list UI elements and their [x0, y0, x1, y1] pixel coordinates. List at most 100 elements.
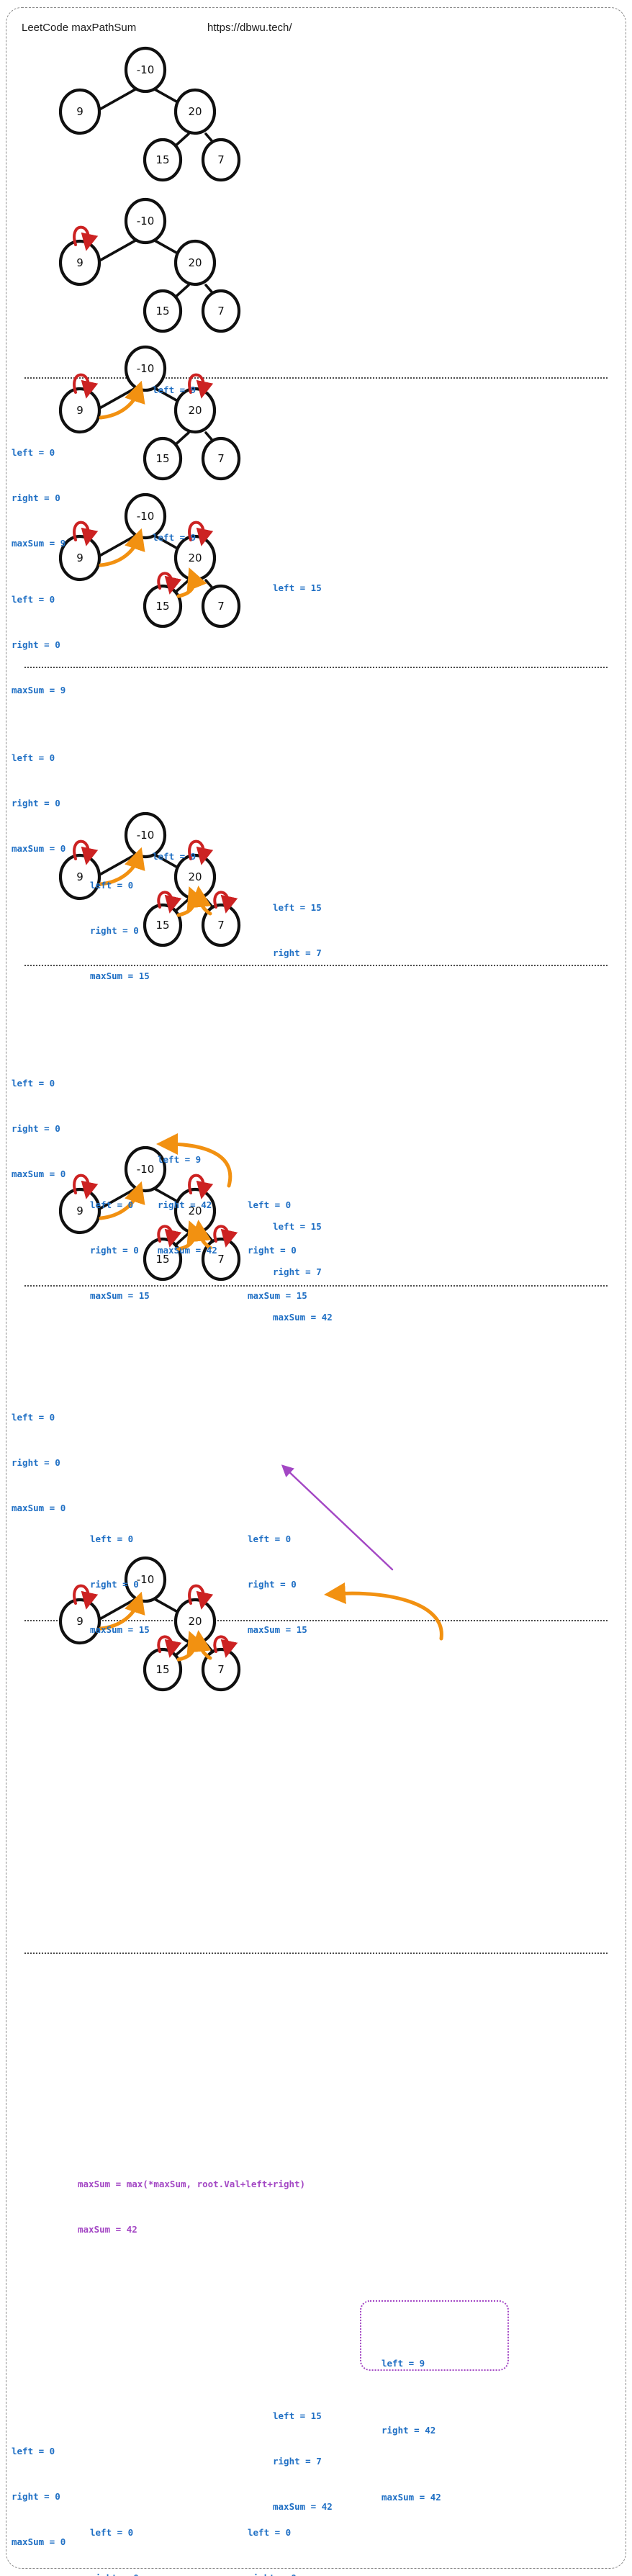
node-value: 9 [76, 256, 83, 269]
annotation-line: left = 9 [382, 2358, 425, 2369]
annotation-line: left = 9 [153, 384, 197, 395]
annotation-line: left = 0 [12, 1412, 55, 1423]
annotation-line: maxSum = 42 [273, 1312, 333, 1323]
annotation-node15: left = 0 right = 0 maxSum = 15 [90, 1501, 150, 1667]
annotation-line: maxSum = 15 [90, 1624, 150, 1635]
node-value: 9 [76, 1615, 83, 1628]
node-value: 9 [76, 404, 83, 417]
node-value: 15 [155, 452, 169, 465]
annotation-line: right = 0 [12, 798, 60, 809]
annotation-line: right = 0 [12, 1123, 60, 1134]
node-value: -10 [137, 63, 155, 76]
annotation-line: right = 0 [12, 492, 60, 503]
annotation-line: right = 0 [12, 639, 60, 650]
node-value: 15 [155, 919, 169, 932]
annotation-root: left = 9 [153, 352, 196, 428]
annotation-line: left = 15 [273, 2410, 322, 2421]
annotation-line: right = 0 [90, 925, 139, 936]
annotation-node9: left = 0 right = 0 maxSum = 9 [12, 562, 66, 728]
annotation-node15: left = 0 right = 0 maxSum = 15 [90, 1167, 150, 1333]
annotation-root: left = 9 right = 42 maxSum = 42 [382, 2307, 441, 2553]
annotation-line: left = 0 [12, 594, 55, 605]
annotation-line: left = 0 [90, 1199, 134, 1210]
annotation-line: left = 15 [273, 582, 322, 593]
annotation-line: left = 0 [248, 1534, 292, 1544]
annotation-line: right = 42 [382, 2425, 436, 2436]
annotation-line: right = 0 [248, 1579, 297, 1590]
panel-1-tree: -10 9 20 15 7 [58, 46, 241, 182]
annotation-line: left = 9 [153, 851, 197, 862]
annotation-line: maxSum = 9 [12, 685, 66, 695]
formula-line: maxSum = 42 [78, 2224, 137, 2235]
node-value: 15 [155, 1663, 169, 1676]
annotation-root: left = 9 [153, 500, 196, 575]
annotation-node9: left = 0 right = 0 maxSum = 0 [12, 720, 66, 886]
annotation-line: left = 0 [12, 1078, 55, 1089]
annotation-line: maxSum = 0 [12, 1503, 66, 1513]
panel-3-tree: -10 9 20 15 7 [58, 345, 241, 481]
annotation-line: maxSum = 15 [90, 970, 150, 981]
annotation-line: maxSum = 9 [12, 538, 66, 549]
annotation-line: left = 0 [12, 752, 55, 763]
node-value: 9 [76, 1204, 83, 1217]
annotation-line: left = 0 [90, 1534, 134, 1544]
annotation-line: left = 9 [153, 532, 197, 543]
return-arrow-root-orange [324, 1582, 443, 1641]
annotation-line: right = 0 [90, 2570, 150, 2576]
annotation-line: maxSum = 15 [90, 1290, 150, 1301]
annotation-line: left = 0 [12, 447, 55, 458]
panel-5-tree: -10 9 20 15 7 [58, 811, 241, 947]
maxsum-formula: maxSum = max(*maxSum, root.Val+left+righ… [78, 2146, 305, 2267]
node-value: 15 [155, 153, 169, 166]
annotation-line: left = 9 [158, 1154, 202, 1165]
node-value: 20 [188, 1615, 202, 1628]
annotation-line: maxSum = 42 [382, 2492, 441, 2503]
panel-4-tree: -10 9 20 15 7 [58, 492, 241, 629]
annotation-node15: left = 0 right = 0 maxSum = 15 [90, 2495, 150, 2576]
annotation-line: left = 0 [248, 2527, 292, 2538]
annotation-line: right = 0 [12, 1457, 60, 1468]
annotation-line: maxSum = 0 [12, 2536, 66, 2547]
annotation-line: left = 0 [12, 2446, 55, 2456]
annotation-line: right = 7 [273, 2456, 322, 2467]
node-value: 15 [155, 600, 169, 613]
node-value: 20 [188, 256, 202, 269]
node-value: 7 [217, 153, 225, 166]
annotation-node9: left = 0 right = 0 maxSum = 0 [12, 1045, 66, 1212]
node-value: 15 [155, 305, 169, 318]
node-value: 9 [76, 870, 83, 883]
node-value: -10 [137, 829, 155, 842]
annotation-line: right = 0 [12, 2491, 60, 2502]
node-value: 20 [188, 105, 202, 118]
node-value: 9 [76, 105, 83, 118]
annotation-line: left = 15 [273, 902, 322, 913]
node-value: 7 [217, 600, 225, 613]
annotation-node15: left = 0 right = 0 maxSum = 15 [90, 847, 150, 1014]
formula-line: maxSum = max(*maxSum, root.Val+left+righ… [78, 2179, 306, 2189]
annotation-line: right = 0 [248, 2570, 307, 2576]
node-value: 7 [217, 1663, 225, 1676]
annotation-line: right = 42 [158, 1199, 212, 1210]
node-value: -10 [137, 510, 155, 523]
annotation-line: maxSum = 0 [12, 843, 66, 854]
node-value: 7 [217, 452, 225, 465]
annotation-node7: left = 0 right = 0 maxSum = 15 [248, 1501, 307, 1667]
node-value: 7 [217, 305, 225, 318]
annotation-line: left = 15 [273, 1221, 322, 1232]
annotation-root: left = 9 right = 42 maxSum = 42 [158, 1122, 217, 1288]
annotation-node20: left = 15 [273, 550, 322, 626]
node-value: -10 [137, 362, 155, 375]
node-value: 7 [217, 1253, 225, 1266]
annotation-line: maxSum = 15 [248, 1624, 307, 1635]
annotation-node9: left = 0 right = 0 maxSum = 9 [12, 415, 66, 581]
node-value: -10 [137, 215, 155, 228]
annotation-line: right = 0 [90, 1245, 139, 1256]
annotation-line: right = 7 [273, 1266, 322, 1277]
diagram-page: LeetCode maxPathSum https://dbwu.tech/ -… [0, 0, 632, 2576]
annotation-node9: left = 0 right = 0 maxSum = 0 [12, 1379, 66, 1546]
panel-2-tree: -10 9 20 15 7 [58, 197, 241, 333]
node-value: 7 [217, 919, 225, 932]
annotation-line: left = 0 [90, 2527, 134, 2538]
annotation-node20: left = 15 right = 7 [273, 870, 322, 991]
node-value: 9 [76, 551, 83, 564]
